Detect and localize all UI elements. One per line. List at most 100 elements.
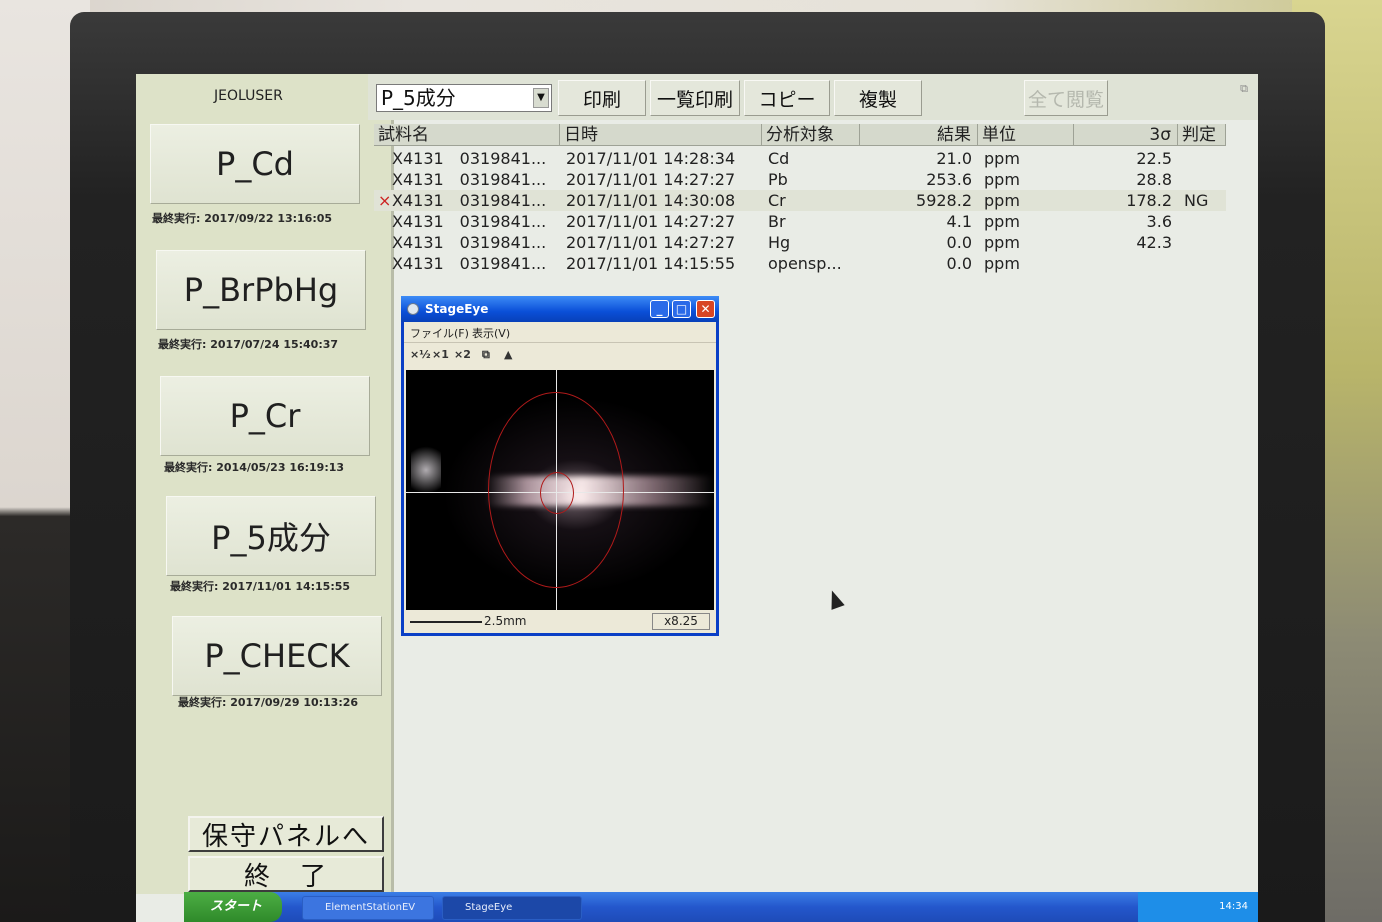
last-run-p-cr: 最終実行: 2014/05/23 16:19:13 bbox=[164, 461, 345, 474]
cell-unit: ppm bbox=[984, 212, 1020, 231]
cell-target: Hg bbox=[768, 233, 791, 252]
cell-datetime: 2017/11/01 14:27:27 bbox=[566, 170, 736, 189]
list-print-button[interactable]: 一覧印刷 bbox=[650, 80, 740, 116]
cell-sigma: 22.5 bbox=[1136, 149, 1172, 168]
cell-result: 21.0 bbox=[936, 149, 972, 168]
header-datetime[interactable]: 日時 bbox=[560, 124, 762, 146]
cell-result: 0.0 bbox=[946, 233, 972, 252]
taskbar-item-elementstation[interactable]: ElementStationEV bbox=[302, 896, 434, 920]
light-glow bbox=[411, 440, 441, 500]
taskbar: スタート ElementStationEV StageEye 14:34 bbox=[184, 892, 1258, 922]
table-row[interactable]: X4131 0319841... 2017/11/01 14:27:27 Pb … bbox=[374, 169, 1226, 190]
close-icon[interactable]: ✕ bbox=[696, 300, 715, 318]
cell-sample: X4131 0319841... bbox=[392, 170, 547, 189]
cell-result: 4.1 bbox=[946, 212, 972, 231]
user-label: JEOLUSER bbox=[214, 88, 283, 104]
cell-unit: ppm bbox=[984, 254, 1020, 273]
header-judgement[interactable]: 判定 bbox=[1178, 124, 1226, 146]
table-row[interactable]: X4131 0319841... 2017/11/01 14:15:55 ope… bbox=[374, 253, 1226, 274]
cell-sample: X4131 0319841... bbox=[392, 212, 547, 231]
window-toolbar: ×½ ×1 ×2 ⧉ ▲ bbox=[404, 342, 716, 368]
maintenance-panel-button[interactable]: 保守パネルへ bbox=[188, 816, 384, 852]
cell-unit: ppm bbox=[984, 191, 1020, 210]
menu-file[interactable]: ファイル(F) bbox=[410, 325, 469, 341]
copy-image-icon[interactable]: ⧉ bbox=[482, 348, 490, 362]
cell-result: 253.6 bbox=[926, 170, 972, 189]
cell-sigma: 178.2 bbox=[1126, 191, 1172, 210]
cell-sigma: 28.8 bbox=[1136, 170, 1172, 189]
program-select-value: P_5成分 bbox=[381, 86, 456, 110]
program-select[interactable]: P_5成分 ▼ bbox=[376, 84, 552, 112]
ng-flag: × bbox=[378, 191, 392, 210]
cell-target: Cr bbox=[768, 191, 786, 210]
clock: 14:34 bbox=[1219, 901, 1248, 912]
program-button-p-cd[interactable]: P_Cd bbox=[150, 124, 360, 204]
chevron-down-icon[interactable]: ▼ bbox=[533, 88, 549, 108]
cell-sample: X4131 0319841... bbox=[392, 191, 547, 210]
last-run-p-5-components: 最終実行: 2017/11/01 14:15:55 bbox=[170, 580, 351, 593]
header-result[interactable]: 結果 bbox=[860, 124, 978, 146]
print-button[interactable]: 印刷 bbox=[558, 80, 646, 116]
last-run-p-brpbhg: 最終実行: 2017/07/24 15:40:37 bbox=[158, 338, 339, 351]
cell-sample: X4131 0319841... bbox=[392, 254, 547, 273]
cell-result: 5928.2 bbox=[916, 191, 972, 210]
cell-sample: X4131 0319841... bbox=[392, 149, 547, 168]
program-button-p-cr[interactable]: P_Cr bbox=[160, 376, 370, 456]
system-tray: 14:34 bbox=[1138, 892, 1258, 922]
program-button-p-5-components[interactable]: P_5成分 bbox=[166, 496, 376, 576]
scale-label: 2.5mm bbox=[484, 614, 527, 628]
table-row[interactable]: X4131 0319841... 2017/11/01 14:27:27 Hg … bbox=[374, 232, 1226, 253]
collimator-circle-inner bbox=[540, 472, 574, 514]
window-titlebar[interactable]: StageEye _ □ ✕ bbox=[401, 296, 719, 322]
table-header: 試料名 日時 分析対象 結果 単位 3σ 判定 bbox=[374, 124, 1226, 146]
program-button-p-check[interactable]: P_CHECK bbox=[172, 616, 382, 696]
last-run-p-cd: 最終実行: 2017/09/22 13:16:05 bbox=[152, 212, 333, 225]
header-3sigma[interactable]: 3σ bbox=[1074, 124, 1178, 146]
window-title: StageEye bbox=[425, 302, 489, 316]
cell-datetime: 2017/11/01 14:15:55 bbox=[566, 254, 736, 273]
header-target[interactable]: 分析対象 bbox=[762, 124, 860, 146]
view-all-button[interactable]: 全て閲覧 bbox=[1024, 80, 1108, 116]
toolbar: P_5成分 ▼ 印刷 一覧印刷 コピー 複製 全て閲覧 ⧉ bbox=[368, 74, 1258, 120]
zoom-2-button[interactable]: ×2 bbox=[454, 348, 471, 361]
cell-unit: ppm bbox=[984, 149, 1020, 168]
cell-datetime: 2017/11/01 14:28:34 bbox=[566, 149, 736, 168]
taskbar-item-stageeye[interactable]: StageEye bbox=[442, 896, 582, 920]
cell-target: opensp... bbox=[768, 254, 842, 273]
zoom-half-button[interactable]: ×½ bbox=[410, 348, 431, 361]
exit-button[interactable]: 終 了 bbox=[188, 856, 384, 892]
start-button[interactable]: スタート bbox=[184, 892, 282, 922]
header-sample-name[interactable]: 試料名 bbox=[374, 124, 560, 146]
cell-target: Cd bbox=[768, 149, 790, 168]
cell-target: Pb bbox=[768, 170, 788, 189]
restore-icon[interactable]: ⧉ bbox=[1240, 82, 1248, 96]
window-statusbar: 2.5mm x8.25 bbox=[406, 612, 714, 632]
minimize-icon[interactable]: _ bbox=[650, 300, 669, 318]
header-unit[interactable]: 単位 bbox=[978, 124, 1074, 146]
cell-judge: NG bbox=[1184, 191, 1209, 210]
table-row-selected[interactable]: × X4131 0319841... 2017/11/01 14:30:08 C… bbox=[374, 190, 1226, 211]
stage-eye-window[interactable]: StageEye _ □ ✕ ファイル(F) 表示(V) ×½ ×1 ×2 ⧉ … bbox=[401, 296, 719, 636]
program-panel: JEOLUSER P_Cd 最終実行: 2017/09/22 13:16:05 … bbox=[136, 74, 394, 894]
zoom-level: x8.25 bbox=[652, 613, 710, 630]
cell-unit: ppm bbox=[984, 233, 1020, 252]
copy-button[interactable]: コピー bbox=[744, 80, 830, 116]
cell-result: 0.0 bbox=[946, 254, 972, 273]
table-row[interactable]: X4131 0319841... 2017/11/01 14:27:27 Br … bbox=[374, 211, 1226, 232]
cell-unit: ppm bbox=[984, 170, 1020, 189]
capture-icon[interactable]: ▲ bbox=[504, 348, 512, 361]
cell-sigma: 3.6 bbox=[1146, 212, 1172, 231]
table-row[interactable]: X4131 0319841... 2017/11/01 14:28:34 Cd … bbox=[374, 148, 1226, 169]
duplicate-button[interactable]: 複製 bbox=[834, 80, 922, 116]
program-button-p-brpbhg[interactable]: P_BrPbHg bbox=[156, 250, 366, 330]
zoom-1-button[interactable]: ×1 bbox=[432, 348, 449, 361]
scale-bar bbox=[410, 621, 482, 623]
cell-datetime: 2017/11/01 14:27:27 bbox=[566, 233, 736, 252]
camera-view bbox=[406, 370, 714, 610]
cell-target: Br bbox=[768, 212, 786, 231]
menu-view[interactable]: 表示(V) bbox=[472, 325, 510, 341]
maximize-icon[interactable]: □ bbox=[672, 300, 691, 318]
cell-sample: X4131 0319841... bbox=[392, 233, 547, 252]
cell-datetime: 2017/11/01 14:27:27 bbox=[566, 212, 736, 231]
mouse-cursor-icon bbox=[825, 588, 845, 610]
